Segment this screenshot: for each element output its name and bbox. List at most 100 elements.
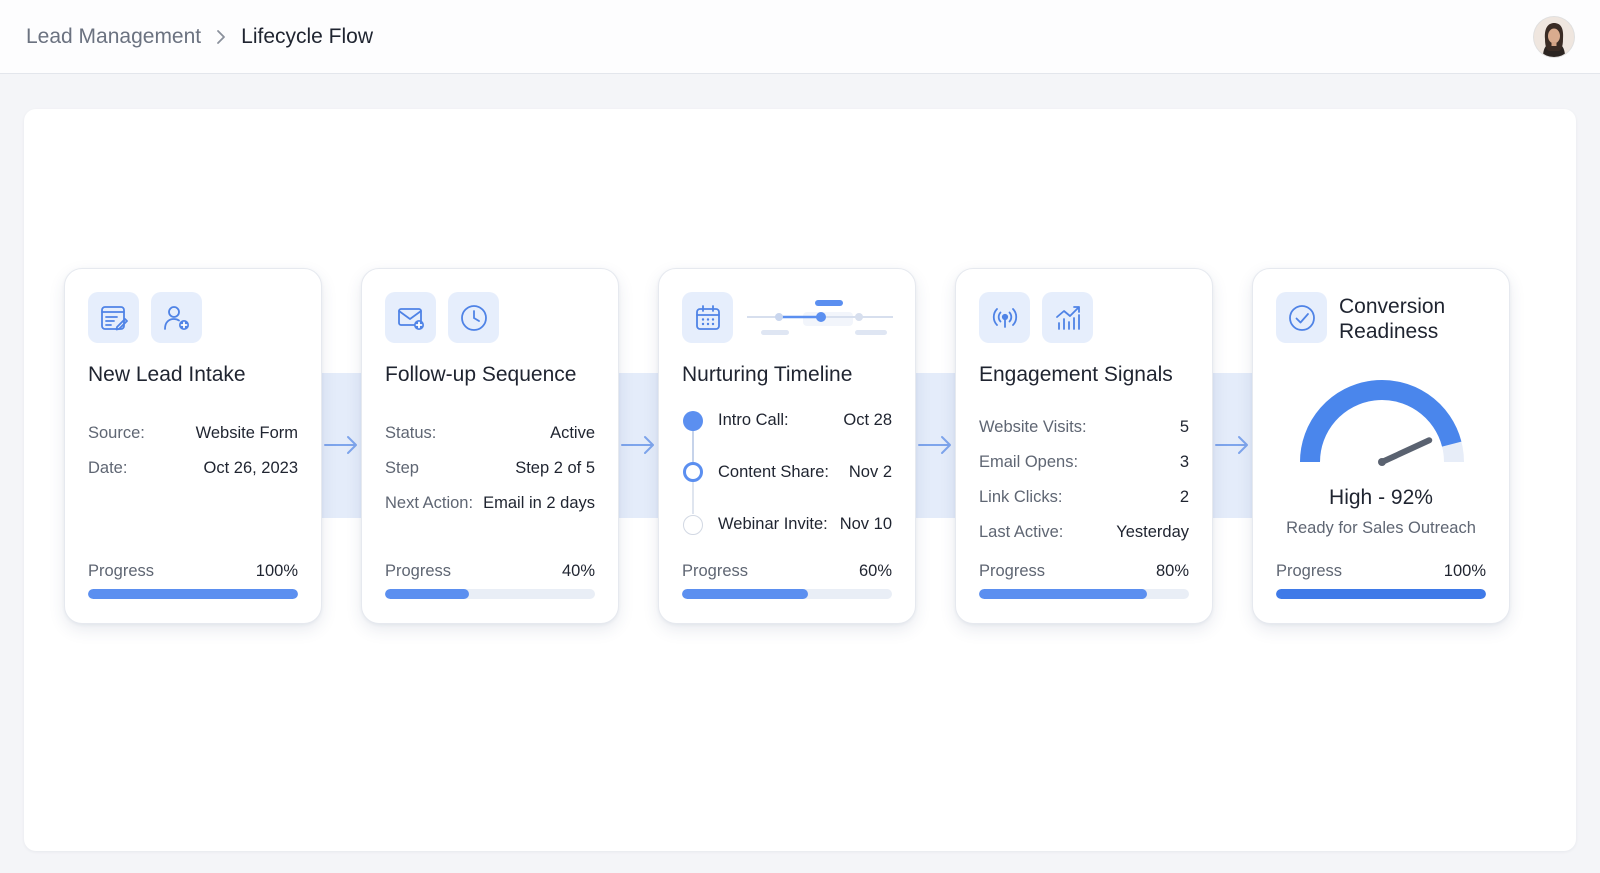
check-circle-icon — [1276, 292, 1327, 343]
progress-row: Progress 80% — [979, 562, 1189, 581]
field-label: Source: — [88, 424, 145, 442]
event-label: Webinar Invite: — [718, 515, 828, 533]
stage-card-new-lead-intake[interactable]: New Lead Intake Source: Website Form Dat… — [64, 268, 322, 624]
field-value: Yesterday — [1116, 523, 1189, 541]
arrow-right-icon — [621, 436, 654, 454]
trend-chart-icon — [1042, 292, 1093, 343]
field-label: Link Clicks: — [979, 488, 1063, 506]
event-label: Content Share: — [718, 463, 829, 481]
timeline-icon — [745, 292, 895, 343]
field-row: Email Opens: 3 — [979, 453, 1189, 472]
progress-bar — [1276, 589, 1486, 599]
stage-card-follow-up-sequence[interactable]: Follow-up Sequence Status: Active Step S… — [361, 268, 619, 624]
progress-label: Progress — [682, 562, 749, 580]
field-label: Email Opens: — [979, 453, 1079, 471]
timeline-event: Content Share: Nov 2 — [718, 463, 892, 482]
field-row: Date: Oct 26, 2023 — [88, 459, 298, 478]
field-value: Email in 2 days — [483, 494, 595, 512]
timeline-event: Intro Call: Oct 28 — [718, 411, 892, 430]
field-label: Status: — [385, 424, 437, 442]
field-row: Last Active: Yesterday — [979, 523, 1189, 542]
stage-title: Nurturing Timeline — [682, 363, 853, 386]
field-label: Next Action: — [385, 494, 474, 512]
lifecycle-flow: New Lead Intake Source: Website Form Dat… — [64, 268, 1534, 624]
stage-card-conversion-readiness[interactable]: Conversion Readiness High - 92% Ready fo… — [1252, 268, 1510, 624]
field-value: Active — [550, 424, 595, 442]
stage-title: Conversion Readiness — [1339, 294, 1445, 344]
progress-bar — [385, 589, 595, 599]
progress-row: Progress 100% — [1276, 562, 1486, 581]
field-value: 2 — [1179, 488, 1189, 506]
progress-label: Progress — [88, 562, 155, 580]
timeline-dot-upcoming — [683, 515, 703, 535]
stage-card-nurturing-timeline[interactable]: Nurturing Timeline Intro Call: Oct 28 Co… — [658, 268, 916, 624]
top-bar: Lead Management Lifecycle Flow — [0, 0, 1600, 74]
stage-title-line: Conversion — [1339, 295, 1446, 318]
progress-label: Progress — [385, 562, 452, 580]
stage-title-line: Readiness — [1339, 320, 1439, 343]
form-edit-icon — [88, 292, 139, 343]
event-date: Nov 2 — [848, 463, 892, 481]
field-value: Oct 26, 2023 — [203, 459, 298, 477]
readiness-gauge — [1300, 380, 1464, 466]
progress-fill — [979, 589, 1147, 599]
timeline-dot-done — [683, 411, 703, 431]
timeline-event: Webinar Invite: Nov 10 — [718, 515, 892, 534]
clock-icon — [448, 292, 499, 343]
chevron-right-icon — [215, 29, 227, 45]
progress-row: Progress 60% — [682, 562, 892, 581]
add-user-icon — [151, 292, 202, 343]
progress-fill — [1276, 589, 1486, 599]
stage-title: Engagement Signals — [979, 363, 1173, 386]
progress-value: 40% — [561, 562, 595, 580]
progress-value: 60% — [858, 562, 892, 580]
event-date: Oct 28 — [843, 411, 892, 429]
field-value: Website Form — [195, 424, 298, 442]
field-value: 5 — [1179, 418, 1189, 436]
field-row: Link Clicks: 2 — [979, 488, 1189, 507]
progress-value: 100% — [1443, 562, 1486, 580]
field-value: 3 — [1179, 453, 1189, 471]
field-label: Date: — [88, 459, 128, 477]
field-value: Step 2 of 5 — [515, 459, 595, 477]
progress-label: Progress — [1276, 562, 1343, 580]
breadcrumb-parent[interactable]: Lead Management — [26, 25, 201, 49]
progress-row: Progress 40% — [385, 562, 595, 581]
event-label: Intro Call: — [718, 411, 789, 429]
field-label: Step — [385, 459, 419, 477]
progress-bar — [682, 589, 892, 599]
event-date: Nov 10 — [839, 515, 892, 533]
arrow-right-icon — [918, 436, 951, 454]
stage-card-engagement-signals[interactable]: Engagement Signals Website Visits: 5 Ema… — [955, 268, 1213, 624]
breadcrumb-current: Lifecycle Flow — [241, 24, 374, 48]
calendar-icon — [682, 292, 733, 343]
field-row: Source: Website Form — [88, 424, 298, 443]
field-row: Next Action: Email in 2 days — [385, 494, 595, 513]
field-row: Website Visits: 5 — [979, 418, 1189, 437]
stage-title: Follow-up Sequence — [385, 363, 577, 386]
progress-value: 100% — [255, 562, 298, 580]
stage-title: New Lead Intake — [88, 363, 246, 386]
timeline-connector — [692, 482, 694, 514]
progress-row: Progress 100% — [88, 562, 298, 581]
readiness-score: High - 92% — [1329, 486, 1433, 509]
field-row: Step Step 2 of 5 — [385, 459, 595, 478]
field-label: Last Active: — [979, 523, 1064, 541]
progress-bar — [979, 589, 1189, 599]
field-label: Website Visits: — [979, 418, 1087, 436]
readiness-subtitle: Ready for Sales Outreach — [1286, 519, 1476, 537]
progress-value: 80% — [1155, 562, 1189, 580]
timeline-dot-current — [683, 462, 703, 482]
progress-fill — [88, 589, 298, 599]
mail-add-icon — [385, 292, 436, 343]
arrow-right-icon — [1215, 436, 1248, 454]
lifecycle-canvas: New Lead Intake Source: Website Form Dat… — [24, 109, 1576, 851]
progress-fill — [385, 589, 469, 599]
progress-bar — [88, 589, 298, 599]
progress-fill — [682, 589, 808, 599]
progress-label: Progress — [979, 562, 1046, 580]
field-row: Status: Active — [385, 424, 595, 443]
broadcast-icon — [979, 292, 1030, 343]
arrow-right-icon — [324, 436, 357, 454]
user-avatar[interactable] — [1534, 17, 1574, 57]
